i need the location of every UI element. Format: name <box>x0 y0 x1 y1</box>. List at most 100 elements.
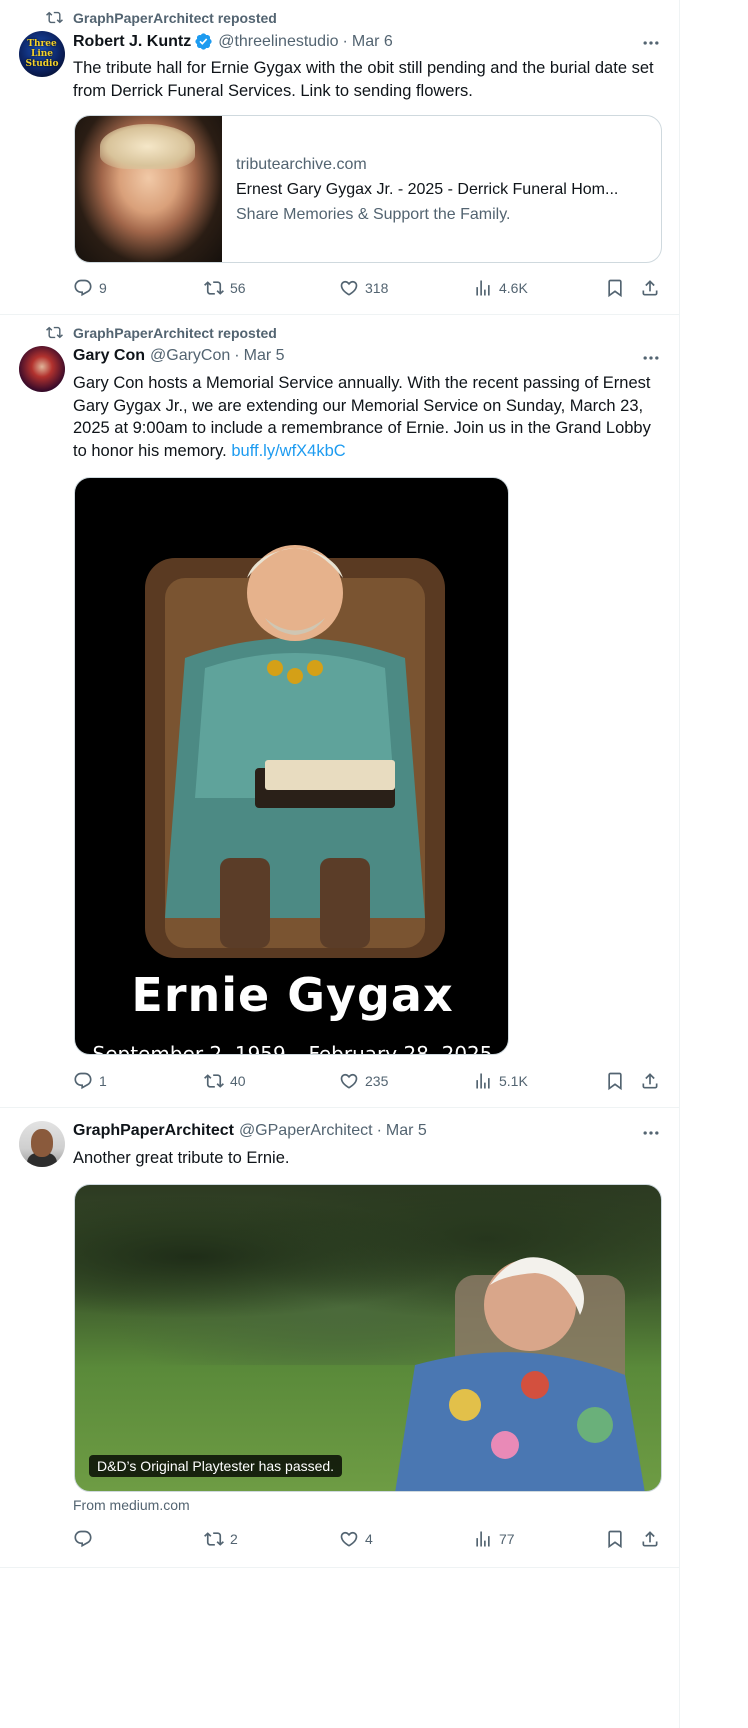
like-count: 235 <box>365 1073 389 1089</box>
memorial-illustration <box>145 545 445 958</box>
author-handle[interactable]: @GPaperArchitect <box>239 1122 373 1140</box>
repost-label[interactable]: GraphPaperArchitect reposted <box>73 325 277 341</box>
more-icon <box>643 356 659 360</box>
tweet[interactable]: GraphPaperArchitect @GPaperArchitect · M… <box>0 1108 680 1568</box>
like-button[interactable]: 4 <box>339 1529 373 1549</box>
tweet-header: GraphPaperArchitect @GPaperArchitect · M… <box>73 1122 427 1140</box>
bookmark-button[interactable] <box>605 278 625 298</box>
repost-icon <box>46 326 63 339</box>
reply-icon <box>74 1072 92 1090</box>
share-button[interactable] <box>640 1529 660 1549</box>
avatar[interactable] <box>19 1121 65 1167</box>
verified-badge-icon[interactable] <box>194 32 213 51</box>
repost-icon <box>204 1074 224 1088</box>
like-button[interactable]: 318 <box>339 278 388 298</box>
author-name[interactable]: Gary Con <box>73 347 145 365</box>
tweet-header: Gary Con @GaryCon · Mar 5 <box>73 347 285 365</box>
heart-icon <box>340 1531 358 1547</box>
reply-icon <box>74 1530 92 1548</box>
views-icon <box>476 1531 490 1547</box>
avatar-logo-text: Three Line Studio <box>25 39 59 69</box>
repost-icon <box>46 11 63 24</box>
card-body: tributearchive.com Ernest Gary Gygax Jr.… <box>222 116 642 262</box>
avatar[interactable]: Three Line Studio <box>19 31 65 77</box>
bookmark-icon <box>608 279 622 298</box>
action-bar: 2 4 77 <box>73 1529 669 1551</box>
card-description: Share Memories & Support the Family. <box>236 206 511 223</box>
reply-count: 9 <box>99 280 107 296</box>
like-button[interactable]: 235 <box>339 1071 388 1091</box>
more-options-button[interactable] <box>640 1123 662 1143</box>
repost-button[interactable]: 56 <box>204 278 246 298</box>
more-options-button[interactable] <box>640 348 662 368</box>
media-video[interactable]: D&D’s Original Playtester has passed. <box>74 1184 662 1492</box>
reply-icon <box>74 279 92 297</box>
media-caption: D&D’s Original Playtester has passed. <box>89 1455 343 1477</box>
more-options-button[interactable] <box>640 33 662 53</box>
share-button[interactable] <box>640 1071 660 1091</box>
tweet-text: Gary Con hosts a Memorial Service annual… <box>73 372 667 462</box>
bookmark-button[interactable] <box>605 1071 625 1091</box>
reply-button[interactable]: 9 <box>73 278 107 298</box>
author-name[interactable]: Robert J. Kuntz <box>73 33 191 51</box>
avatar[interactable] <box>19 346 65 392</box>
separator-dot: · <box>234 347 240 364</box>
tweet-text: Another great tribute to Ernie. <box>73 1149 290 1167</box>
repost-count: 2 <box>230 1531 238 1547</box>
reply-count: 1 <box>99 1073 107 1089</box>
card-domain: tributearchive.com <box>236 156 367 173</box>
share-icon <box>642 1073 658 1089</box>
views-button[interactable]: 77 <box>473 1529 515 1549</box>
reply-button[interactable]: 1 <box>73 1071 107 1091</box>
views-button[interactable]: 4.6K <box>473 278 528 298</box>
media-source[interactable]: From medium.com <box>73 1497 190 1513</box>
card-thumbnail <box>75 116 222 262</box>
tweet-date[interactable]: Mar 6 <box>352 33 393 51</box>
bookmark-icon <box>608 1530 622 1549</box>
bookmark-button[interactable] <box>605 1529 625 1549</box>
views-button[interactable]: 5.1K <box>473 1071 528 1091</box>
repost-button[interactable]: 2 <box>204 1529 238 1549</box>
author-name[interactable]: GraphPaperArchitect <box>73 1122 234 1140</box>
separator-dot: · <box>376 1122 382 1139</box>
heart-icon <box>340 280 358 296</box>
tweet-text: The tribute hall for Ernie Gygax with th… <box>73 59 654 100</box>
share-icon <box>642 280 658 296</box>
views-icon <box>476 1073 490 1089</box>
tweet-link[interactable]: buff.ly/wfX4kbC <box>231 442 345 460</box>
view-count: 5.1K <box>499 1073 528 1089</box>
tweet-date[interactable]: Mar 5 <box>386 1122 427 1140</box>
like-count: 318 <box>365 280 389 296</box>
poster-dates: September 2, 1959 – February 28, 2025 <box>92 1042 493 1055</box>
tweet[interactable]: GraphPaperArchitect reposted Three Line … <box>0 0 680 315</box>
like-count: 4 <box>365 1531 373 1547</box>
repost-count: 40 <box>230 1073 246 1089</box>
timeline-feed: GraphPaperArchitect reposted Three Line … <box>0 0 680 1728</box>
bookmark-icon <box>608 1072 622 1091</box>
repost-indicator: GraphPaperArchitect reposted <box>46 9 277 26</box>
repost-icon <box>204 1532 224 1546</box>
more-icon <box>643 1131 659 1135</box>
tweet-header: Robert J. Kuntz @threelinestudio · Mar 6 <box>73 32 393 51</box>
share-icon <box>642 1531 658 1547</box>
more-icon <box>643 41 659 45</box>
repost-indicator: GraphPaperArchitect reposted <box>46 324 277 341</box>
views-icon <box>476 280 490 296</box>
repost-label[interactable]: GraphPaperArchitect reposted <box>73 10 277 26</box>
poster-name: Ernie Gygax <box>131 968 454 1022</box>
view-count: 77 <box>499 1531 515 1547</box>
heart-icon <box>340 1073 358 1089</box>
share-button[interactable] <box>640 278 660 298</box>
author-handle[interactable]: @threelinestudio <box>218 33 338 51</box>
action-bar: 9 56 318 4.6K <box>73 278 669 300</box>
reply-button[interactable] <box>73 1529 99 1549</box>
photo-subject <box>395 1257 645 1491</box>
repost-button[interactable]: 40 <box>204 1071 246 1091</box>
link-card[interactable]: tributearchive.com Ernest Gary Gygax Jr.… <box>74 115 662 263</box>
tweet-date[interactable]: Mar 5 <box>244 347 285 365</box>
author-handle[interactable]: @GaryCon <box>150 347 230 365</box>
repost-icon <box>204 281 224 295</box>
view-count: 4.6K <box>499 280 528 296</box>
media-image[interactable]: Ernie Gygax September 2, 1959 – February… <box>74 477 509 1055</box>
tweet[interactable]: GraphPaperArchitect reposted Gary Con @G… <box>0 315 680 1108</box>
